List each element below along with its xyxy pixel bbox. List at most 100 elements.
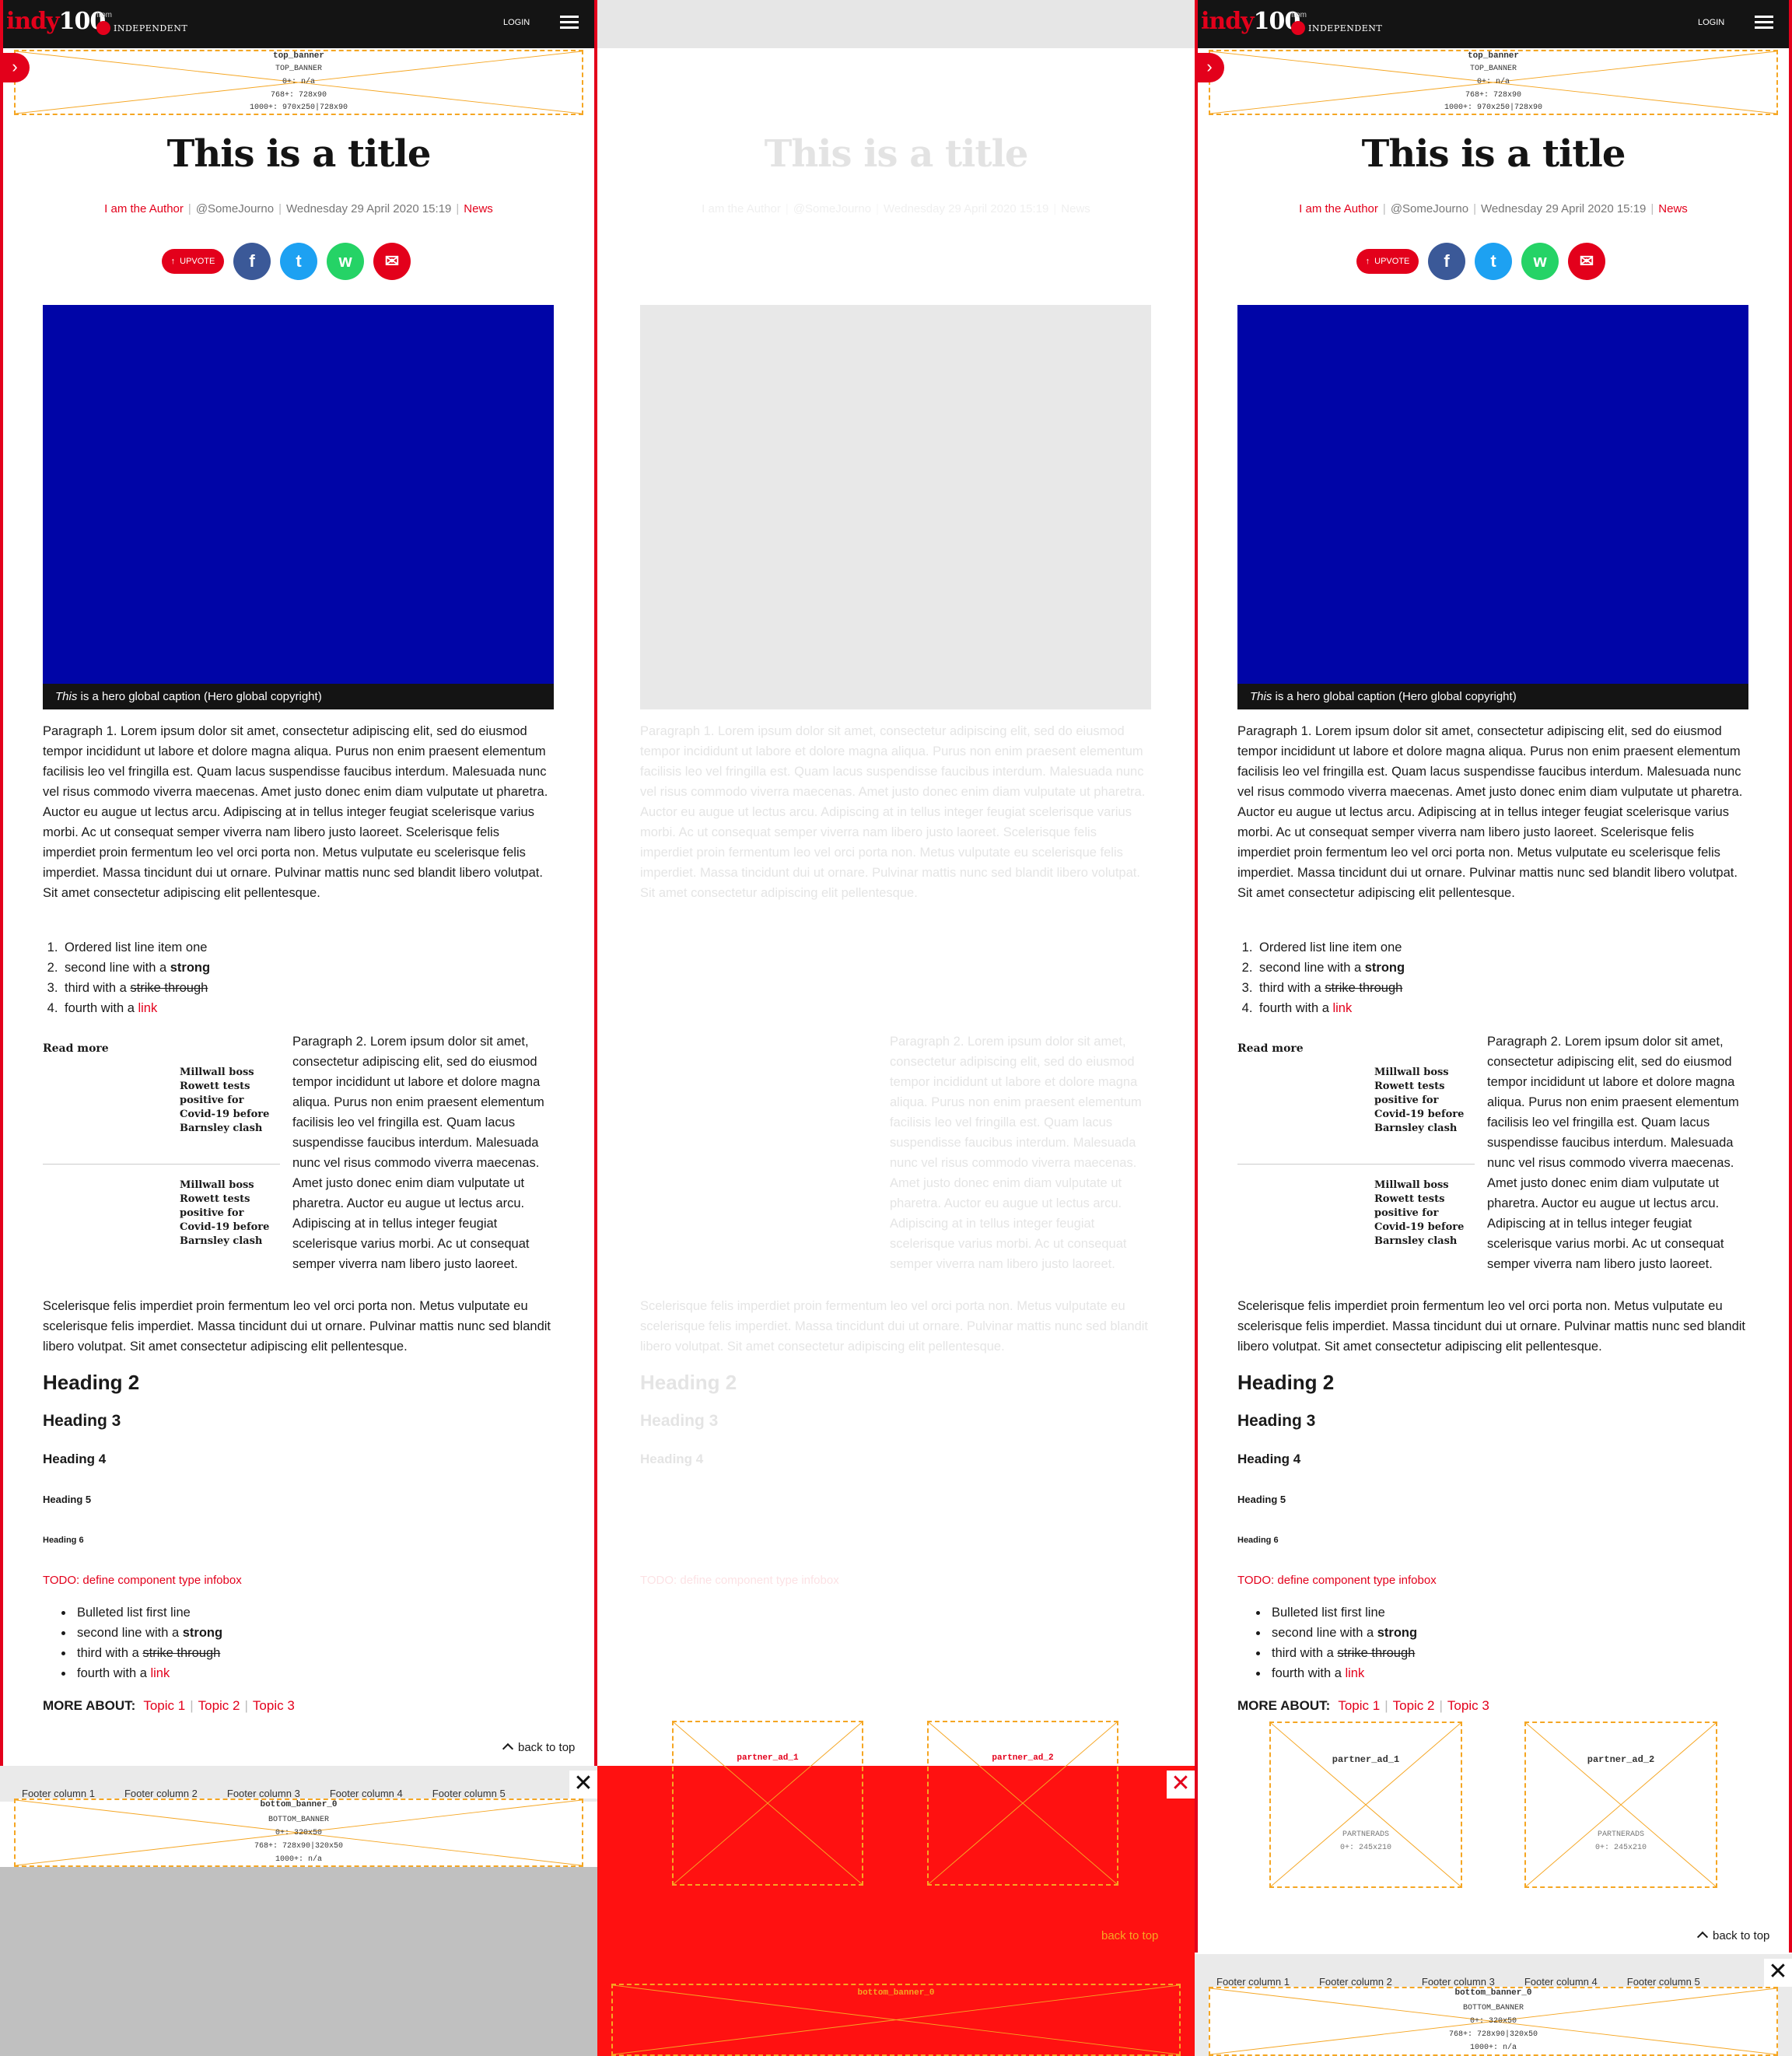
topic-link[interactable]: Topic 2 bbox=[1393, 1698, 1435, 1713]
topic-link[interactable]: Topic 3 bbox=[1447, 1698, 1489, 1713]
inline-link[interactable]: link bbox=[1345, 1666, 1364, 1680]
footer-column[interactable]: Footer column 5 bbox=[1627, 1976, 1700, 1988]
independent-logo[interactable]: INDEPENDENT bbox=[96, 21, 187, 35]
topic-link[interactable]: Topic 2 bbox=[198, 1698, 240, 1713]
footer-column[interactable]: Footer column 3 bbox=[227, 1788, 300, 1799]
close-icon[interactable]: ✕ bbox=[569, 1771, 597, 1799]
hero-caption: This is a hero global caption (Hero glob… bbox=[1237, 684, 1748, 709]
from-label: from bbox=[1291, 11, 1307, 19]
footer-column[interactable]: Footer column 3 bbox=[1422, 1976, 1495, 1988]
author-link[interactable]: I am the Author bbox=[104, 202, 184, 215]
heading-4: Heading 4 bbox=[43, 1452, 107, 1466]
twitter-share-icon[interactable]: t bbox=[1475, 243, 1512, 280]
email-share-icon[interactable]: ✉ bbox=[1568, 243, 1605, 280]
list-item: Bulleted list first line bbox=[1269, 1602, 1748, 1623]
more-about: MORE ABOUT: Topic 1 | Topic 2 | Topic 3 bbox=[43, 1698, 295, 1713]
back-to-top-link[interactable]: back to top bbox=[1101, 1929, 1158, 1942]
paragraph-2-continued: Scelerisque felis imperdiet proin fermen… bbox=[43, 1299, 551, 1354]
list-item: second line with a strong bbox=[74, 1623, 554, 1643]
eagle-icon bbox=[1291, 21, 1305, 35]
heading-6: Heading 6 bbox=[43, 1536, 84, 1545]
byline: I am the Author | @SomeJourno | Wednesday 29… bbox=[702, 202, 1090, 215]
bulleted-list: Bulleted list first line second line wit… bbox=[43, 1602, 554, 1683]
side-drawer-tab[interactable]: › bbox=[0, 53, 30, 82]
topic-link[interactable]: Topic 3 bbox=[253, 1698, 295, 1713]
section-link[interactable]: News bbox=[1658, 202, 1688, 215]
login-link[interactable]: LOGIN bbox=[1698, 18, 1724, 27]
footer-column[interactable]: Footer column 4 bbox=[330, 1788, 403, 1799]
indy100-logo[interactable]: indy100 bbox=[6, 8, 106, 35]
footer-column[interactable]: Footer column 5 bbox=[432, 1788, 506, 1799]
from-label: from bbox=[96, 11, 112, 19]
list-item: third with a strike through bbox=[74, 1643, 554, 1663]
twitter-share-icon[interactable]: t bbox=[280, 243, 317, 280]
email-share-icon[interactable]: ✉ bbox=[373, 243, 411, 280]
login-link[interactable]: LOGIN bbox=[503, 18, 530, 27]
whatsapp-share-icon[interactable]: w bbox=[327, 243, 364, 280]
share-bar: ↑ UPVOTE f t w ✉ bbox=[1356, 243, 1605, 280]
upvote-button[interactable]: ↑ UPVOTE bbox=[1356, 249, 1419, 274]
topic-link[interactable]: Topic 1 bbox=[1338, 1698, 1380, 1713]
article-title: This is a title bbox=[1361, 132, 1626, 176]
upvote-button[interactable]: ↑ UPVOTE bbox=[162, 249, 224, 274]
heading-4: Heading 4 bbox=[640, 1452, 704, 1466]
paragraph-1: Paragraph 1. Lorem ipsum dolor sit amet,… bbox=[1237, 724, 1743, 900]
heading-4: Heading 4 bbox=[1237, 1452, 1301, 1466]
footer-column[interactable]: Footer column 1 bbox=[1216, 1976, 1290, 1988]
facebook-share-icon[interactable]: f bbox=[1428, 243, 1465, 280]
footer: Footer column 1 Footer column 2 Footer c… bbox=[0, 1766, 597, 1802]
publish-date: Wednesday 29 April 2020 15:19 bbox=[1481, 202, 1647, 215]
read-more-item[interactable]: Millwall boss Rowett tests positive for … bbox=[43, 1179, 280, 1287]
ordered-list: Ordered list line item one second line w… bbox=[1237, 937, 1748, 1018]
hero-image: This is a hero global caption (Hero glob… bbox=[1237, 305, 1748, 709]
divider bbox=[1237, 1164, 1475, 1165]
side-drawer-tab[interactable]: › bbox=[1195, 53, 1224, 82]
heading-3: Heading 3 bbox=[1237, 1412, 1316, 1430]
hero-image: This is a hero global caption (Hero glob… bbox=[43, 305, 554, 709]
list-item: fourth with a link bbox=[1269, 1663, 1748, 1683]
heading-2: Heading 2 bbox=[640, 1371, 737, 1394]
independent-logo[interactable]: INDEPENDENT bbox=[1291, 21, 1382, 35]
paragraph-2: Paragraph 2. Lorem ipsum dolor sit amet,… bbox=[890, 1035, 1142, 1271]
footer-column[interactable]: Footer column 1 bbox=[22, 1788, 95, 1799]
read-more-heading: Read more bbox=[43, 1042, 109, 1055]
close-icon[interactable]: ✕ bbox=[1167, 1771, 1195, 1799]
article-title: This is a title bbox=[166, 132, 432, 176]
section-link[interactable]: News bbox=[464, 202, 493, 215]
viewport-panel-1: indy100 from INDEPENDENT LOGIN top_banne… bbox=[0, 0, 597, 2056]
author-handle[interactable]: @SomeJourno bbox=[1391, 202, 1468, 215]
partner-ad: partner_ad_2 bbox=[927, 1721, 1118, 1886]
footer-column[interactable]: Footer column 2 bbox=[1319, 1976, 1392, 1988]
inline-link[interactable]: link bbox=[1332, 1001, 1352, 1015]
heading-3: Heading 3 bbox=[43, 1412, 121, 1430]
top-banner-ad: top_banner TOP_BANNER 0+: n/a 768+: 728x… bbox=[14, 50, 583, 115]
back-to-top-link[interactable]: back to top bbox=[1696, 1929, 1769, 1943]
indy100-logo[interactable]: indy100 bbox=[1201, 8, 1300, 35]
read-more-heading: Read more bbox=[1237, 1042, 1304, 1055]
hamburger-menu-icon[interactable] bbox=[560, 16, 579, 30]
read-more-item[interactable]: Millwall boss Rowett tests positive for … bbox=[1237, 1179, 1475, 1287]
todo-infobox: TODO: define component type infobox bbox=[43, 1574, 242, 1587]
read-more-item[interactable]: Millwall boss Rowett tests positive for … bbox=[1237, 1066, 1475, 1175]
todo-infobox: TODO: define component type infobox bbox=[640, 1574, 839, 1587]
whatsapp-share-icon[interactable]: w bbox=[1521, 243, 1559, 280]
arrow-up-icon: ↑ bbox=[170, 257, 176, 266]
close-icon[interactable]: ✕ bbox=[1764, 1959, 1792, 1987]
facebook-share-icon[interactable]: f bbox=[233, 243, 271, 280]
ordered-list: Ordered list line item one second line w… bbox=[43, 937, 554, 1018]
publish-date: Wednesday 29 April 2020 15:19 bbox=[286, 202, 452, 215]
author-handle[interactable]: @SomeJourno bbox=[196, 202, 274, 215]
inline-link[interactable]: link bbox=[150, 1666, 170, 1680]
topic-link[interactable]: Topic 1 bbox=[143, 1698, 185, 1713]
footer-column[interactable]: Footer column 2 bbox=[124, 1788, 198, 1799]
author-link[interactable]: I am the Author bbox=[1299, 202, 1378, 215]
paragraph-2-continued: Scelerisque felis imperdiet proin fermen… bbox=[640, 1299, 1148, 1354]
paragraph-1: Paragraph 1. Lorem ipsum dolor sit amet,… bbox=[640, 724, 1146, 900]
read-more-item[interactable]: Millwall boss Rowett tests positive for … bbox=[43, 1066, 280, 1175]
hamburger-menu-icon[interactable] bbox=[1755, 16, 1773, 30]
footer-column[interactable]: Footer column 4 bbox=[1524, 1976, 1598, 1988]
inline-link[interactable]: link bbox=[138, 1001, 157, 1015]
back-to-top-link[interactable]: back to top bbox=[502, 1741, 575, 1755]
chevron-up-icon bbox=[502, 1743, 514, 1755]
divider bbox=[43, 1164, 280, 1165]
